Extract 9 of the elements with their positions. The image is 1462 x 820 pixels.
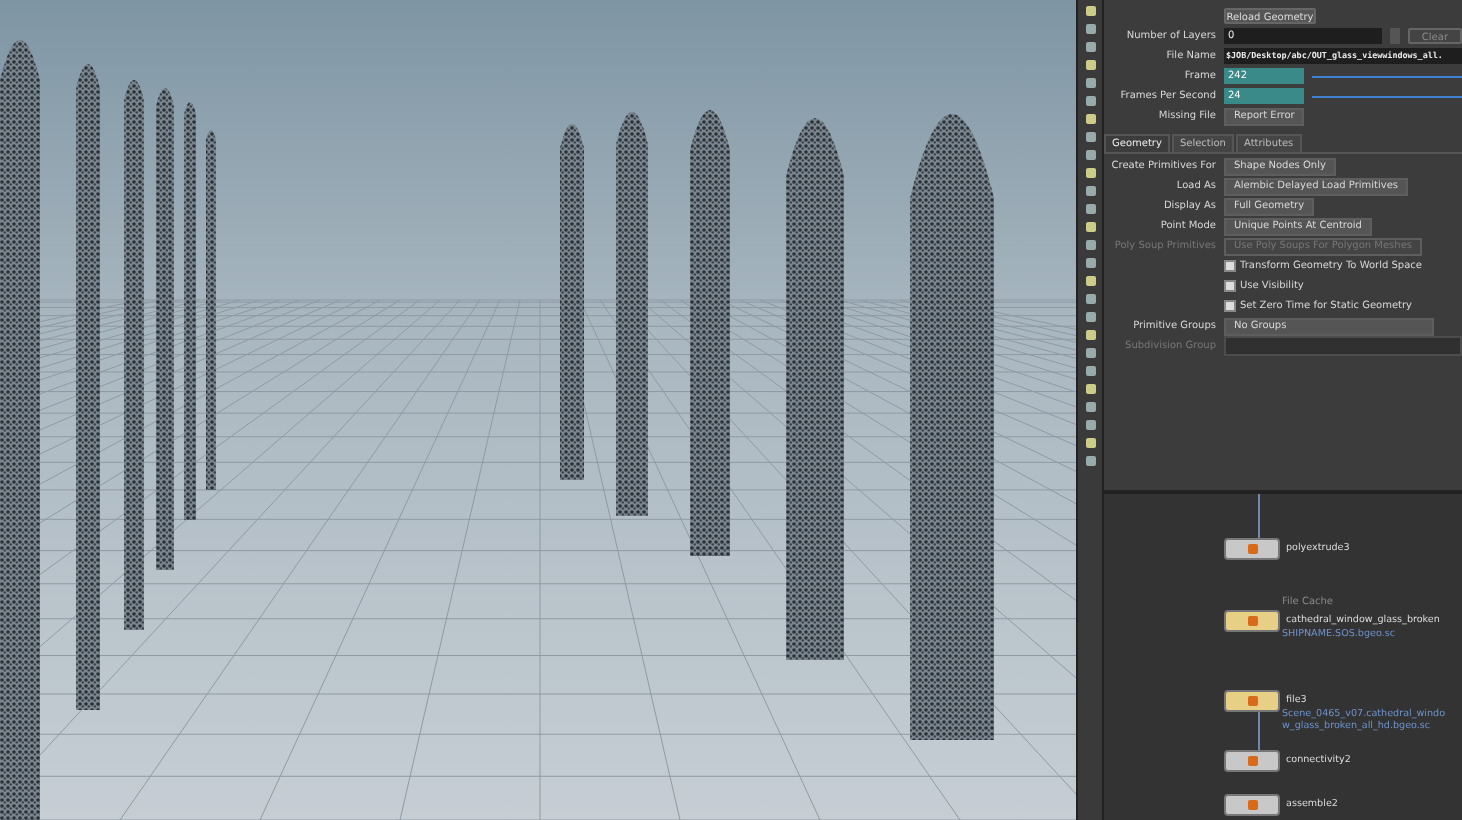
node-tile[interactable]: [1224, 750, 1280, 772]
checkbox[interactable]: [1224, 280, 1236, 292]
checkbox[interactable]: [1224, 260, 1236, 272]
node-tile[interactable]: [1224, 610, 1280, 632]
node-tile[interactable]: [1224, 538, 1280, 560]
checkbox[interactable]: [1224, 300, 1236, 312]
node-tile[interactable]: [1224, 690, 1280, 712]
node-tile[interactable]: [1224, 794, 1280, 816]
text-field[interactable]: [1224, 336, 1462, 356]
